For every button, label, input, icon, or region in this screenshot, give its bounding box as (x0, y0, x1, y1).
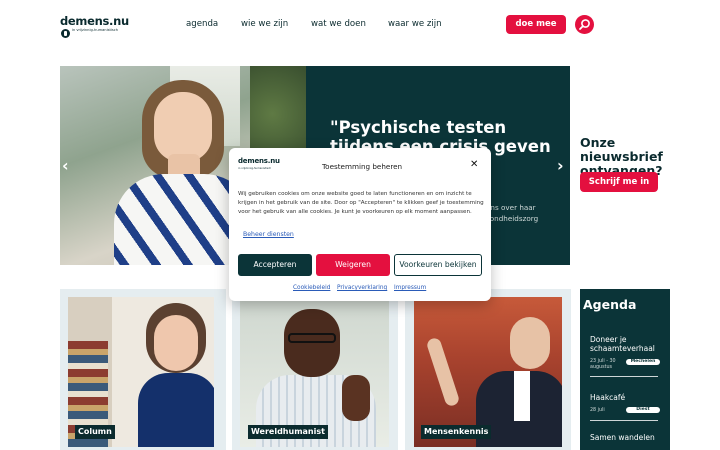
cookie-policy-link[interactable]: Cookiebeleid (293, 285, 330, 291)
logo-text: demens.nu (60, 14, 129, 28)
manage-services-link[interactable]: Beheer diensten (243, 231, 294, 238)
cookie-logo-text: demens.nu (238, 157, 280, 165)
agenda-item-title[interactable]: Haakcafé (590, 393, 662, 402)
search-icon (579, 19, 590, 30)
search-button[interactable] (575, 15, 594, 34)
card-label-column[interactable]: Column (75, 425, 115, 439)
agenda-divider (590, 376, 658, 377)
nav-wat-we-doen[interactable]: wat we doen (311, 19, 366, 29)
site-logo[interactable]: demens.nu in vrijzinnig-humanistisch (60, 12, 129, 42)
cookie-logo: demens.nu in vrijzinnig-humanistisch (238, 157, 280, 175)
deny-button[interactable]: Weigeren (316, 254, 390, 276)
logo-tagline: in vrijzinnig-humanistisch (72, 28, 118, 32)
impressum-link[interactable]: Impressum (394, 285, 426, 291)
chevron-right-icon[interactable]: › (557, 156, 564, 175)
agenda-divider (590, 420, 658, 421)
logo-mark-icon (61, 29, 70, 38)
subscribe-button[interactable]: Schrijf me in (580, 172, 658, 192)
view-preferences-button[interactable]: Voorkeuren bekijken (394, 254, 482, 276)
cookie-body: Wij gebruiken cookies om onze website go… (238, 191, 484, 215)
nav-agenda[interactable]: agenda (186, 19, 218, 29)
hero-text: ens over haar zondheidszorg (486, 203, 539, 223)
cookie-title: Toestemming beheren (322, 162, 403, 171)
close-icon[interactable]: ✕ (470, 160, 478, 170)
agenda-item-date: 23 juli - 30 augustus (590, 359, 616, 370)
cookie-consent-dialog: demens.nu in vrijzinnig-humanistisch Toe… (229, 148, 491, 301)
agenda-item-place: Diest (626, 407, 660, 413)
agenda-item-title[interactable]: Samen wandelen (590, 433, 662, 442)
agenda-item-title[interactable]: Doneer je schaamteverhaal (590, 335, 662, 353)
cookie-logo-tagline: in vrijzinnig-humanistisch (238, 167, 272, 170)
nav-waar-we-zijn[interactable]: waar we zijn (388, 19, 442, 29)
accept-button[interactable]: Accepteren (238, 254, 312, 276)
privacy-statement-link[interactable]: Privacyverklaring (337, 285, 387, 291)
agenda-panel: Agenda Doneer je schaamteverhaal 23 juli… (580, 289, 670, 450)
agenda-title: Agenda (583, 297, 637, 312)
doe-mee-button[interactable]: doe mee (506, 15, 566, 34)
agenda-item-place: Mechelen (626, 359, 660, 365)
nav-wie-we-zijn[interactable]: wie we zijn (241, 19, 288, 29)
agenda-item-date: 28 juli (590, 408, 605, 413)
chevron-left-icon[interactable]: ‹ (62, 156, 69, 175)
card-label-mensenkennis[interactable]: Mensenkennis (421, 425, 492, 439)
card-label-wereldhumanist[interactable]: Wereldhumanist (248, 425, 328, 439)
page: demens.nu in vrijzinnig-humanistisch age… (0, 0, 720, 450)
